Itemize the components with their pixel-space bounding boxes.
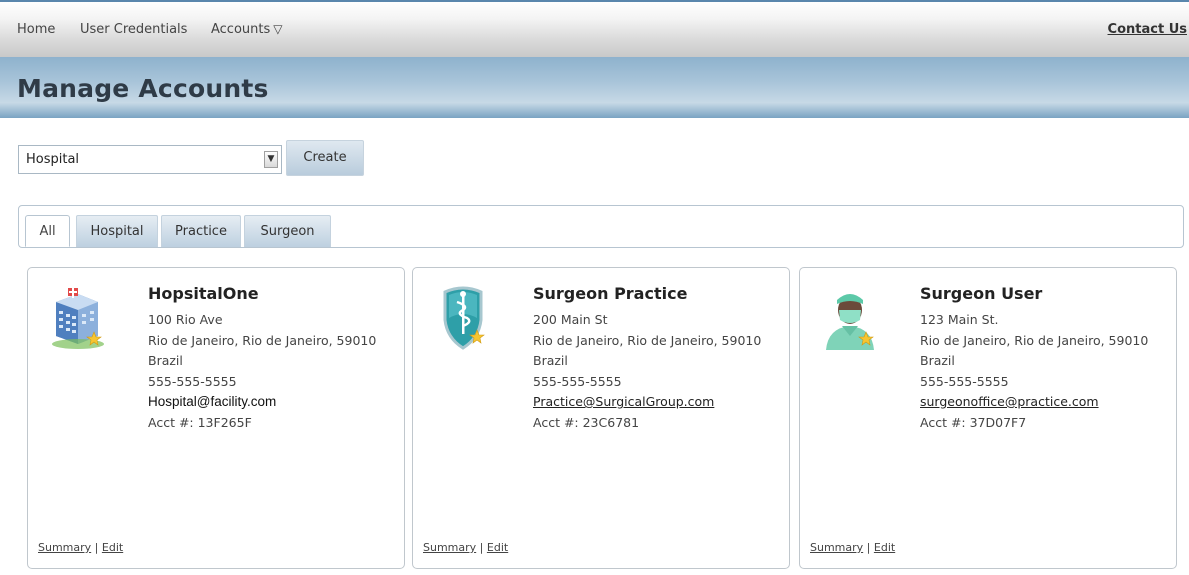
page-title: Manage Accounts bbox=[17, 74, 269, 103]
account-number: Acct #: 37D07F7 bbox=[920, 414, 1027, 430]
account-card-surgeon: Surgeon User 123 Main St. Rio de Janeiro… bbox=[799, 267, 1177, 569]
account-details: 100 Rio Ave Rio de Janeiro, Rio de Janei… bbox=[148, 310, 376, 433]
chevron-down-icon[interactable]: ▼ bbox=[264, 151, 278, 168]
address-line-2: Rio de Janeiro, Rio de Janeiro, 59010 bbox=[920, 332, 1149, 348]
nav-home-link[interactable]: Home bbox=[17, 22, 55, 37]
page-header: Manage Accounts bbox=[0, 57, 1189, 118]
phone: 555-555-5555 bbox=[533, 373, 622, 389]
edit-link[interactable]: Edit bbox=[102, 541, 123, 554]
nav-user-credentials-link[interactable]: User Credentials bbox=[80, 22, 187, 37]
email: Hospital@facility.com bbox=[148, 394, 277, 409]
account-name: HopsitalOne bbox=[148, 284, 259, 303]
phone: 555-555-5555 bbox=[920, 373, 1009, 389]
phone: 555-555-5555 bbox=[148, 373, 237, 389]
tab-practice[interactable]: Practice bbox=[161, 215, 241, 247]
surgeon-avatar-icon bbox=[820, 280, 880, 352]
account-number: Acct #: 13F265F bbox=[148, 414, 252, 430]
tab-surgeon[interactable]: Surgeon bbox=[244, 215, 331, 247]
card-actions: Summary | Edit bbox=[810, 541, 895, 554]
create-button[interactable]: Create bbox=[286, 140, 364, 176]
summary-link[interactable]: Summary bbox=[38, 541, 91, 554]
link-separator: | bbox=[479, 541, 484, 554]
summary-link[interactable]: Summary bbox=[423, 541, 476, 554]
account-card-practice: Surgeon Practice 200 Main St Rio de Jane… bbox=[412, 267, 790, 569]
link-separator: | bbox=[866, 541, 871, 554]
account-number: Acct #: 23C6781 bbox=[533, 414, 640, 430]
account-name: Surgeon User bbox=[920, 284, 1043, 303]
account-card-hospital: HopsitalOne 100 Rio Ave Rio de Janeiro, … bbox=[27, 267, 405, 569]
email-link[interactable]: Practice@SurgicalGroup.com bbox=[533, 392, 761, 413]
address-line-1: 100 Rio Ave bbox=[148, 312, 223, 327]
account-type-select-value: Hospital bbox=[26, 152, 80, 167]
nav-accounts-menu[interactable]: Accounts ▽ bbox=[211, 22, 283, 37]
edit-link[interactable]: Edit bbox=[874, 541, 895, 554]
card-actions: Summary | Edit bbox=[38, 541, 123, 554]
nav-accounts-label: Accounts bbox=[211, 22, 271, 37]
address-line-2: Rio de Janeiro, Rio de Janeiro, 59010 bbox=[148, 332, 377, 348]
account-details: 200 Main St Rio de Janeiro, Rio de Janei… bbox=[533, 310, 761, 433]
summary-link[interactable]: Summary bbox=[810, 541, 863, 554]
hospital-building-icon bbox=[48, 280, 108, 352]
account-details: 123 Main St. Rio de Janeiro, Rio de Jane… bbox=[920, 310, 1148, 433]
email-link[interactable]: surgeonoffice@practice.com bbox=[920, 392, 1148, 413]
address-line-1: 200 Main St bbox=[533, 312, 608, 327]
edit-link[interactable]: Edit bbox=[487, 541, 508, 554]
address-line-2: Rio de Janeiro, Rio de Janeiro, 59010 bbox=[533, 332, 762, 348]
tab-hospital[interactable]: Hospital bbox=[76, 215, 158, 247]
account-type-select[interactable]: Hospital ▼ bbox=[18, 145, 282, 174]
address-line-1: 123 Main St. bbox=[920, 312, 999, 327]
country: Brazil bbox=[920, 353, 955, 368]
tab-all[interactable]: All bbox=[25, 215, 70, 247]
account-tabs: All Hospital Practice Surgeon bbox=[18, 205, 1184, 248]
card-actions: Summary | Edit bbox=[423, 541, 508, 554]
link-separator: | bbox=[94, 541, 99, 554]
contact-us-link[interactable]: Contact Us bbox=[1108, 22, 1187, 37]
country: Brazil bbox=[533, 353, 568, 368]
country: Brazil bbox=[148, 353, 183, 368]
medical-shield-icon bbox=[433, 280, 493, 352]
account-name: Surgeon Practice bbox=[533, 284, 688, 303]
top-nav-bar: Home User Credentials Accounts ▽ Contact … bbox=[0, 0, 1189, 57]
triangle-down-icon: ▽ bbox=[273, 22, 283, 36]
